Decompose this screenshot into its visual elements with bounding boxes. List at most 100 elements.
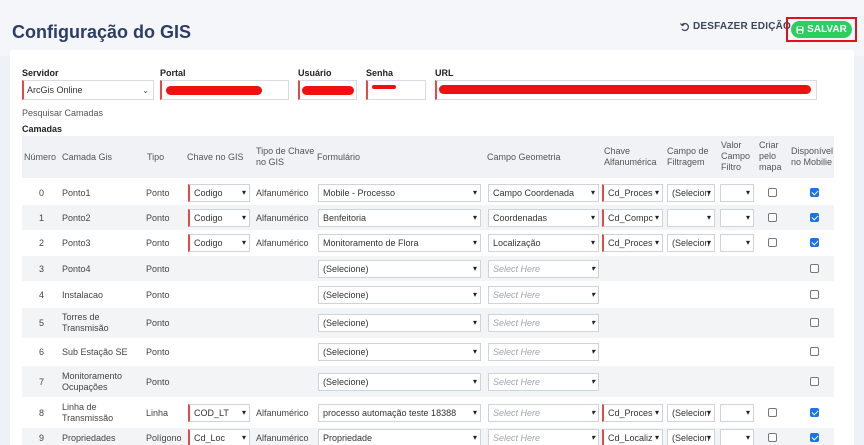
geometry-type: Ponto: [146, 213, 170, 223]
filter-field-select[interactable]: (Selecion ▾: [667, 404, 715, 422]
available-mobile-checkbox[interactable]: [810, 213, 819, 222]
create-on-map-checkbox[interactable]: [768, 213, 777, 222]
available-mobile-checkbox[interactable]: [810, 408, 819, 417]
geometry-field-select-value: Select Here: [493, 290, 541, 300]
geometry-field-select-value: Select Here: [493, 347, 541, 357]
chevron-down-icon: ▾: [472, 408, 477, 417]
col-formulario: Formulário: [317, 152, 361, 162]
available-mobile-checkbox[interactable]: [810, 347, 819, 356]
create-on-map-checkbox[interactable]: [768, 238, 777, 247]
available-mobile-checkbox[interactable]: [810, 188, 819, 197]
form-select[interactable]: (Selecione) ▾: [318, 343, 481, 361]
filter-value-select[interactable]: ▾: [720, 404, 754, 422]
filter-value-select[interactable]: ▾: [720, 184, 754, 202]
form-select-value: (Selecione): [323, 347, 369, 357]
chevron-down-icon: ▾: [590, 433, 595, 442]
key-type: Alfanumérico: [256, 188, 309, 198]
chevron-down-icon: ▾: [745, 188, 750, 197]
col-disponivel-line2: no Mobilie: [791, 157, 833, 167]
chevron-down-icon: ▾: [472, 238, 477, 247]
layer-name: Ponto1: [62, 188, 142, 199]
form-select[interactable]: Monitoramento de Flora ▾: [318, 234, 481, 252]
alphanumeric-key-select-value: Cd_Proces: [608, 188, 653, 198]
alphanumeric-key-select[interactable]: Cd_Proces ▾: [602, 184, 663, 202]
undo-button[interactable]: DESFAZER EDIÇÃO: [680, 21, 791, 32]
form-select-value: Benfeitoria: [323, 213, 367, 223]
chevron-down-icon: ▾: [472, 213, 477, 222]
key-type: Alfanumérico: [256, 213, 309, 223]
gis-key-select[interactable]: Cd_Loc ▾: [188, 429, 250, 445]
available-mobile-checkbox[interactable]: [810, 238, 819, 247]
available-mobile-checkbox[interactable]: [810, 264, 819, 273]
table-row: 9 Propriedades Polígono Cd_Loc ▾ Alfanumérico…: [22, 428, 834, 445]
alphanumeric-key-select[interactable]: Cd_Proces ▾: [602, 234, 663, 252]
geometry-type: Ponto: [146, 264, 170, 274]
available-mobile-checkbox[interactable]: [810, 377, 819, 386]
alphanumeric-key-select[interactable]: Cd_Proces ▾: [602, 404, 663, 422]
senha-field[interactable]: [366, 80, 426, 100]
filter-field-select[interactable]: ▾: [667, 209, 715, 227]
table-row: 5 Torres de Transmisão Ponto (Selecione) ▾ Sel…: [22, 308, 834, 338]
form-select[interactable]: (Selecione) ▾: [318, 314, 481, 332]
save-button[interactable]: SALVAR: [791, 21, 852, 38]
chevron-down-icon: ▾: [590, 290, 595, 299]
geometry-field-select[interactable]: Select Here ▾: [488, 373, 599, 391]
alphanumeric-key-select[interactable]: Cd_Compc ▾: [602, 209, 663, 227]
col-campo-filtragem: Campo de Filtragem: [667, 146, 709, 168]
filter-value-select[interactable]: ▾: [720, 429, 754, 445]
undo-icon: [680, 22, 690, 31]
geometry-field-select[interactable]: Select Here ▾: [488, 314, 599, 332]
filter-field-select[interactable]: (Selecion ▾: [667, 429, 715, 445]
geometry-field-select[interactable]: Select Here ▾: [488, 429, 599, 445]
chevron-down-icon: ▾: [472, 264, 477, 273]
geometry-field-select[interactable]: Coordenadas ▾: [488, 209, 599, 227]
available-mobile-checkbox[interactable]: [810, 318, 819, 327]
form-select[interactable]: (Selecione) ▾: [318, 286, 481, 304]
portal-field[interactable]: [160, 80, 289, 100]
usuario-field[interactable]: [298, 80, 357, 100]
create-on-map-checkbox[interactable]: [768, 408, 777, 417]
filter-field-select[interactable]: (Selecion ▾: [667, 234, 715, 252]
filter-value-select[interactable]: ▾: [720, 209, 754, 227]
layer-name: Propriedades: [62, 433, 142, 444]
form-select[interactable]: Propriedade ▾: [318, 429, 481, 445]
url-field[interactable]: [435, 80, 817, 100]
chevron-down-icon: ▾: [706, 408, 711, 417]
form-select[interactable]: Benfeitoria ▾: [318, 209, 481, 227]
redaction-mark: [372, 85, 396, 89]
available-mobile-checkbox[interactable]: [810, 433, 819, 442]
available-mobile-checkbox[interactable]: [810, 290, 819, 299]
alphanumeric-key-select[interactable]: Cd_Localiz ▾: [602, 429, 663, 445]
filter-field-select[interactable]: (Selecion ▾: [667, 184, 715, 202]
search-layers-label[interactable]: Pesquisar Camadas: [22, 108, 103, 118]
gis-key-select[interactable]: COD_LT ▾: [188, 404, 250, 422]
geometry-field-select[interactable]: Select Here ▾: [488, 260, 599, 278]
geometry-field-select[interactable]: Select Here ▾: [488, 286, 599, 304]
geometry-field-select[interactable]: Select Here ▾: [488, 404, 599, 422]
col-chave: Chave no GIS: [187, 152, 244, 162]
create-on-map-checkbox[interactable]: [768, 188, 777, 197]
chevron-down-icon: ⌄: [142, 86, 149, 95]
filter-value-select[interactable]: ▾: [720, 234, 754, 252]
form-select[interactable]: (Selecione) ▾: [318, 260, 481, 278]
chevron-down-icon: ▾: [706, 433, 711, 442]
geometry-field-select[interactable]: Localização ▾: [488, 234, 599, 252]
col-tipo-chave-line1: Tipo de Chave: [256, 146, 315, 156]
geometry-field-select[interactable]: Campo Coordenada ▾: [488, 184, 599, 202]
chevron-down-icon: ▾: [654, 238, 659, 247]
col-tipo-chave: Tipo de Chave no GIS: [256, 146, 314, 168]
form-select[interactable]: processo automação teste 18388 ▾: [318, 404, 481, 422]
form-select-value: Monitoramento de Flora: [323, 238, 419, 248]
form-select[interactable]: (Selecione) ▾: [318, 373, 481, 391]
row-number: 1: [39, 213, 45, 223]
create-on-map-checkbox[interactable]: [768, 433, 777, 442]
gis-key-select[interactable]: Codigo ▾: [188, 209, 250, 227]
col-criar-mapa: Criar pelo mapa: [759, 140, 782, 173]
servidor-select[interactable]: ArcGis Online ⌄: [22, 80, 154, 100]
gis-key-select[interactable]: Codigo ▾: [188, 184, 250, 202]
geometry-type: Linha: [146, 408, 169, 418]
gis-key-select[interactable]: Codigo ▾: [188, 234, 250, 252]
geometry-field-select[interactable]: Select Here ▾: [488, 343, 599, 361]
layer-name: Instalacao: [62, 290, 142, 301]
form-select[interactable]: Mobile - Processo ▾: [318, 184, 481, 202]
